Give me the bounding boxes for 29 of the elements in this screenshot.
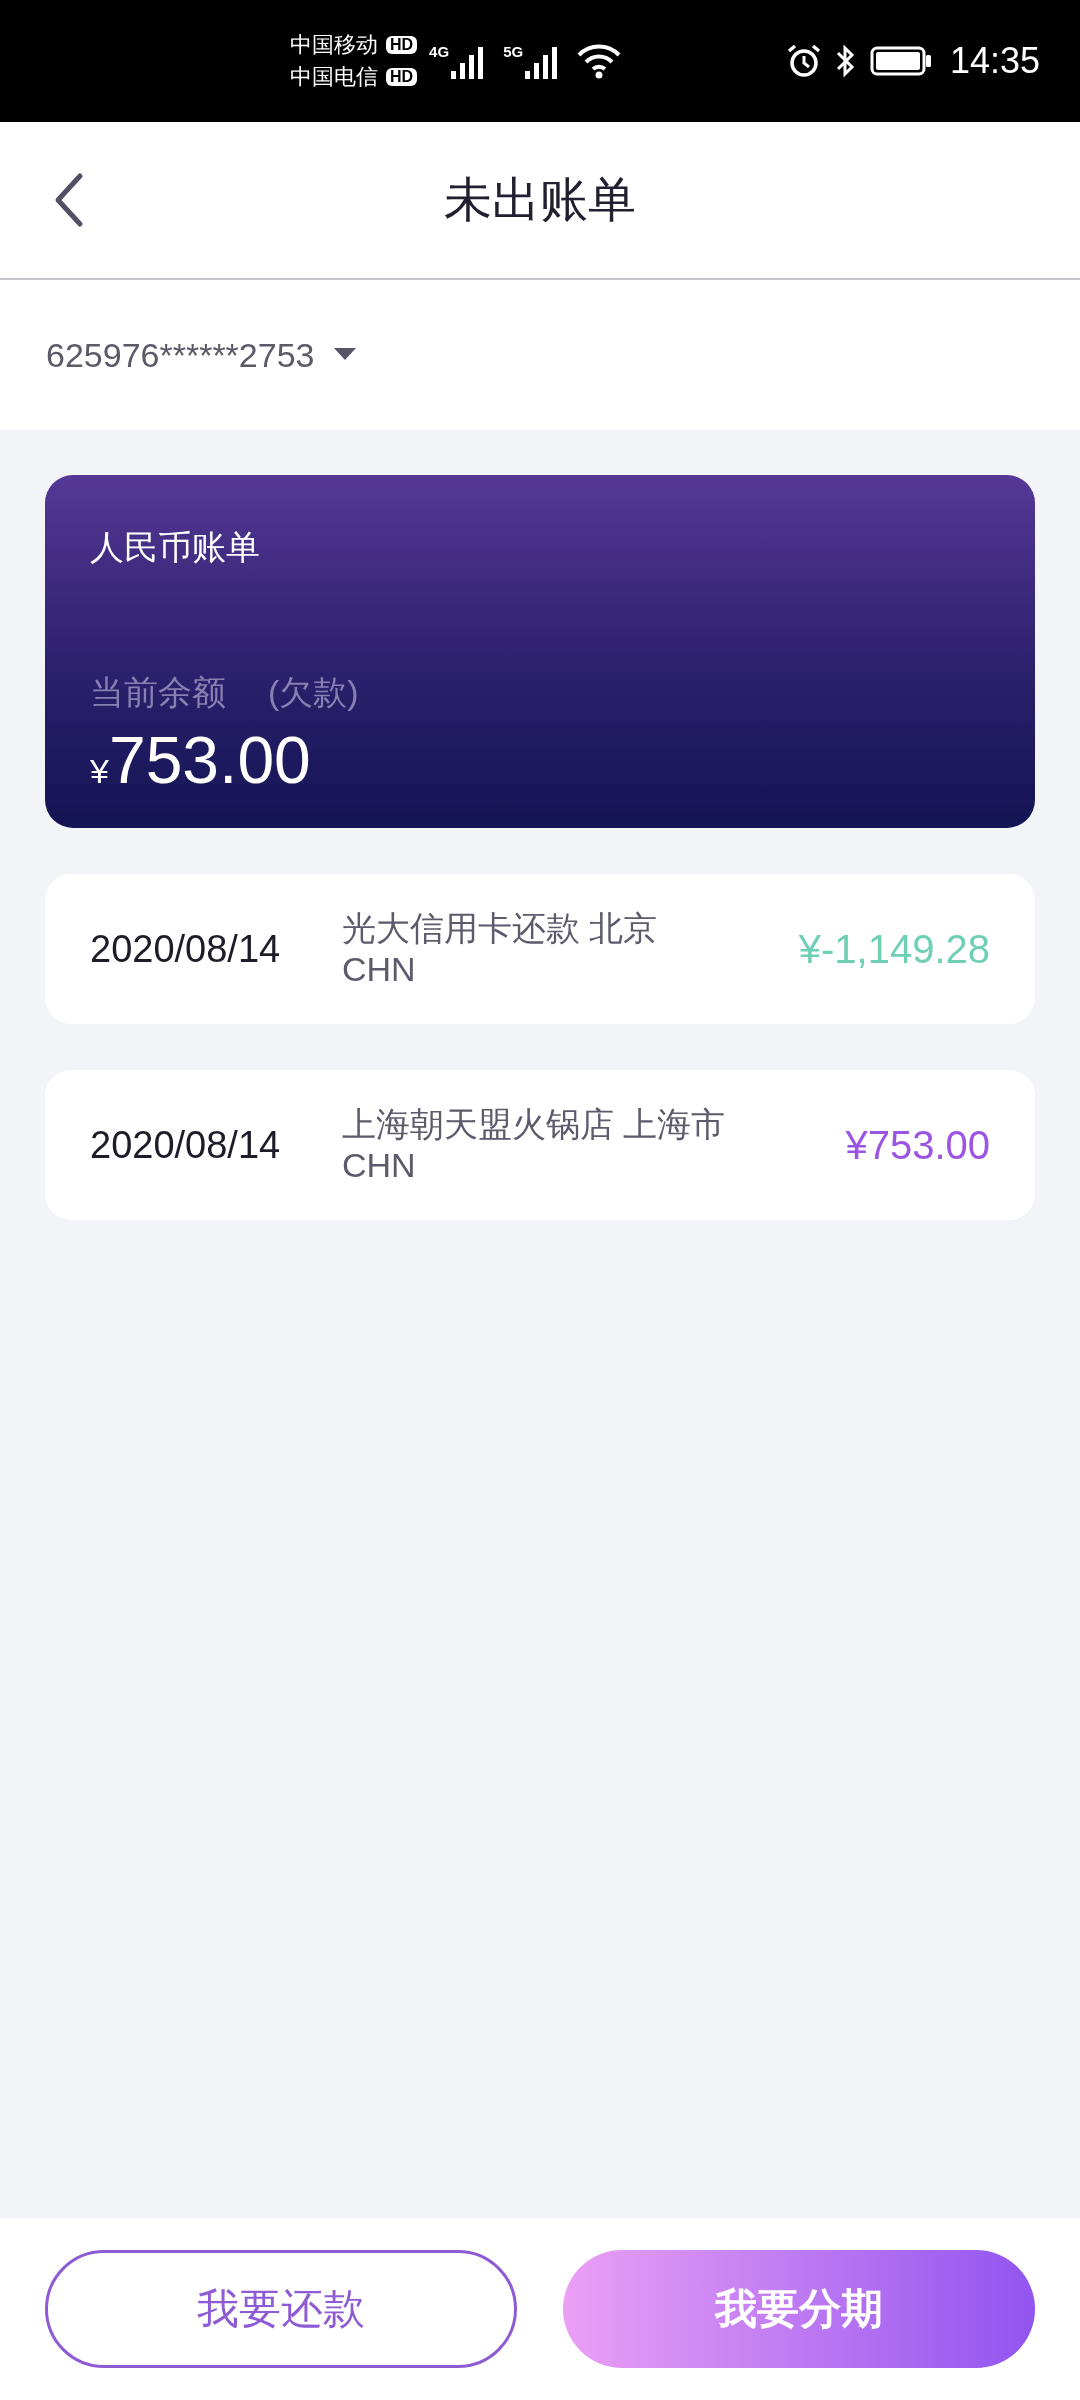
carrier-name: 中国移动 — [290, 31, 378, 59]
battery-icon — [869, 46, 932, 76]
dropdown-icon — [334, 348, 357, 362]
balance-amount: 753.00 — [108, 722, 311, 798]
carrier-name: 中国电信 — [290, 63, 378, 91]
currency-symbol: ¥ — [90, 752, 109, 791]
balance-note: (欠款) — [268, 672, 359, 713]
merchant-name: 上海朝天盟火锅店 上海市 — [342, 1104, 727, 1145]
country-code: CHN — [342, 1145, 417, 1186]
transaction-amount: ¥753.00 — [845, 1122, 990, 1168]
wifi-icon — [577, 43, 622, 79]
merchant-name: 光大信用卡还款 北京 — [342, 908, 659, 949]
network-type: 4G — [429, 43, 450, 60]
transaction-amount: ¥-1,149.28 — [798, 926, 990, 972]
action-button[interactable]: 我要还款 — [45, 2250, 517, 2368]
transaction-date: 2020/08/14 — [90, 1123, 282, 1167]
card-selector[interactable]: 625976******2753 — [0, 280, 1080, 430]
clock: 14:35 — [949, 40, 1040, 82]
network-type: 5G — [503, 43, 524, 60]
transaction-row[interactable]: 2020/08/14 上海朝天盟火锅店 上海市 CHN ¥753.00 — [45, 1070, 1035, 1220]
hd-badge: HD — [386, 68, 418, 86]
card-title: 人民币账单 — [90, 527, 261, 568]
hd-badge: HD — [386, 36, 418, 54]
country-code: CHN — [342, 949, 417, 990]
page-title: 未出账单 — [444, 172, 636, 228]
transaction-row[interactable]: 2020/08/14 光大信用卡还款 北京 CHN ¥-1,149.28 — [45, 874, 1035, 1024]
alarm-icon — [785, 43, 822, 79]
transaction-date: 2020/08/14 — [90, 927, 282, 971]
balance-label: 当前余额 — [90, 672, 226, 713]
